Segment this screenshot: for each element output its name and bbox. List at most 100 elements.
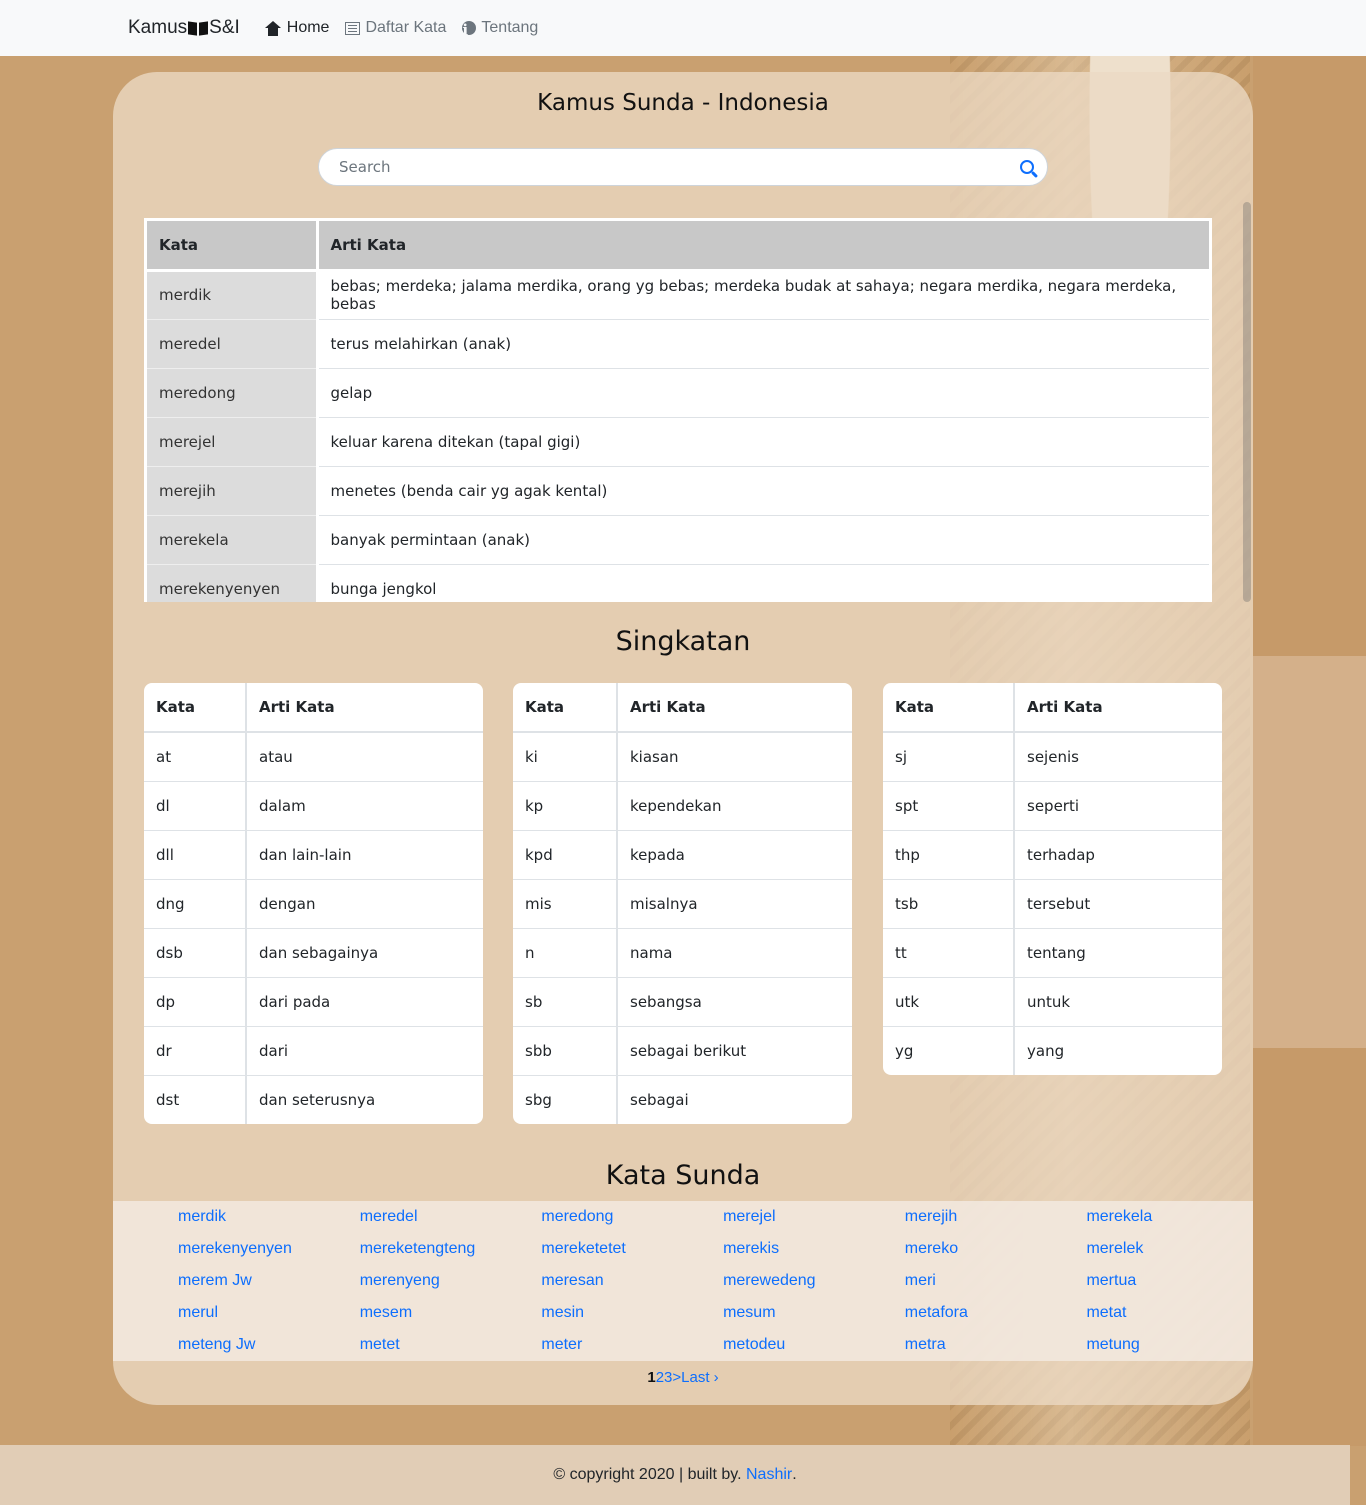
table-row: sbb sebagai berikut [513,1025,852,1075]
word-link[interactable]: merekela [1086,1205,1268,1237]
search-icon [1020,160,1034,174]
abbreviation-cell: ki [513,732,618,781]
expansion-cell: tersebut [1014,878,1222,928]
abbreviation-cell: dr [144,1025,247,1075]
word-cell: meredel [147,319,319,369]
table-row: spt seperti [883,780,1222,830]
word-link[interactable]: metafora [905,1301,1087,1333]
brand-logo[interactable]: Kamus S&I [128,17,240,39]
page-last[interactable]: Last › [681,1369,719,1386]
brand-text-right: S&I [209,17,240,38]
expansion-cell: dengan [246,878,483,928]
word-link[interactable]: merekis [723,1237,905,1269]
table-row: dng dengan [144,878,483,928]
column-header-kata: Kata [513,683,618,733]
page-link-2[interactable]: 2 [656,1369,664,1386]
expansion-cell: dari [246,1025,483,1075]
word-cell: merekenyenyen [147,564,319,602]
page-title: Kamus Sunda - Indonesia [537,90,829,116]
expansion-cell: dan lain-lain [246,829,483,879]
word-link[interactable]: meredel [360,1205,542,1237]
dictionary-table-container[interactable]: Kata Arti Kata merdik bebas; merdeka; jal… [144,218,1212,602]
table-row: meredel terus melahirkan (anak) [147,319,1209,369]
book-icon [188,20,208,36]
table-row: kp kependekan [513,780,852,830]
abbreviation-cell: tsb [883,878,1015,928]
abbreviation-cell: dl [144,780,247,830]
abbreviation-cell: dng [144,878,247,928]
word-cell: meredong [147,368,319,418]
word-link[interactable]: metra [905,1333,1087,1365]
nav-tentang[interactable]: i Tentang [462,19,539,39]
expansion-cell: kepada [617,829,852,879]
word-link[interactable]: meredong [541,1205,723,1237]
word-link[interactable]: merekenyenyen [178,1237,360,1269]
table-row: merekela banyak permintaan (anak) [147,515,1209,565]
table-row: merejih menetes (benda cair yg agak kenta… [147,466,1209,516]
abbreviation-cell: dst [144,1074,247,1124]
expansion-cell: seperti [1014,780,1222,830]
word-link[interactable]: merejel [723,1205,905,1237]
expansion-cell: untuk [1014,976,1222,1026]
word-link[interactable]: merelek [1086,1237,1268,1269]
word-link[interactable]: meteng Jw [178,1333,360,1365]
table-row: merejel keluar karena ditekan (tapal gigi… [147,417,1209,467]
search-input[interactable] [339,158,1007,176]
footer-text: © copyright 2020 | built by. [553,1466,742,1483]
abbreviation-cell: sbb [513,1025,618,1075]
expansion-cell: nama [617,927,852,977]
word-link[interactable]: mesum [723,1301,905,1333]
expansion-cell: sebangsa [617,976,852,1026]
kata-sunda-title: Kata Sunda [605,1160,761,1191]
word-link[interactable]: mereketengteng [360,1237,542,1269]
word-link[interactable]: merul [178,1301,360,1333]
word-link[interactable]: merem Jw [178,1269,360,1301]
table-row: n nama [513,927,852,977]
word-link[interactable]: merejih [905,1205,1087,1237]
word-link[interactable]: metung [1086,1333,1268,1365]
word-link[interactable]: metat [1086,1301,1268,1333]
column-header-kata: Kata [147,221,319,272]
footer-end: . [792,1466,797,1483]
table-row: tsb tersebut [883,878,1222,928]
word-link[interactable]: metodeu [723,1333,905,1365]
abbreviation-cell: spt [883,780,1015,830]
home-icon [264,20,282,36]
expansion-cell: tentang [1014,927,1222,977]
nav-daftar-kata[interactable]: Daftar Kata [345,19,446,37]
word-link[interactable]: mertua [1086,1269,1268,1301]
brand-text-left: Kamus [128,17,188,38]
search-button[interactable] [1007,149,1047,185]
abbreviation-cell: sbg [513,1074,618,1124]
abbreviation-cell: sb [513,976,618,1026]
expansion-cell: kiasan [630,747,679,766]
expansion-cell: yang [1014,1025,1222,1075]
table-row: sb sebangsa [513,976,852,1026]
word-link[interactable]: mereketetet [541,1237,723,1269]
nav-home[interactable]: Home [264,19,329,37]
table-row: sbg sebagai [513,1074,852,1124]
page-next[interactable]: > [672,1369,681,1386]
abbreviation-cell: kpd [513,829,618,879]
list-icon [345,21,361,35]
word-link[interactable]: mesem [360,1301,542,1333]
nav-tentang-label: Tentang [481,19,539,36]
table-row: yg yang [883,1025,1222,1075]
abbreviation-cell: utk [883,976,1015,1026]
table-scrollbar[interactable] [1243,202,1251,602]
word-link[interactable]: merenyeng [360,1269,542,1301]
table-row: dr dari [144,1025,483,1075]
footer-author-link[interactable]: Nashir [746,1466,792,1484]
word-link[interactable]: merdik [178,1205,360,1237]
table-row: sj sejenis [883,732,1222,781]
word-link[interactable]: mereko [905,1237,1087,1269]
word-link[interactable]: merewedeng [723,1269,905,1301]
abbreviation-cell: dsb [144,927,247,977]
abbreviation-cell: sj [883,732,1015,781]
word-link[interactable]: meter [541,1333,723,1365]
table-row: merdik bebas; merdeka; jalama merdika, or… [147,270,1209,320]
word-link[interactable]: meresan [541,1269,723,1301]
word-link[interactable]: mesin [541,1301,723,1333]
word-link[interactable]: metet [360,1333,542,1365]
word-link[interactable]: meri [905,1269,1087,1301]
